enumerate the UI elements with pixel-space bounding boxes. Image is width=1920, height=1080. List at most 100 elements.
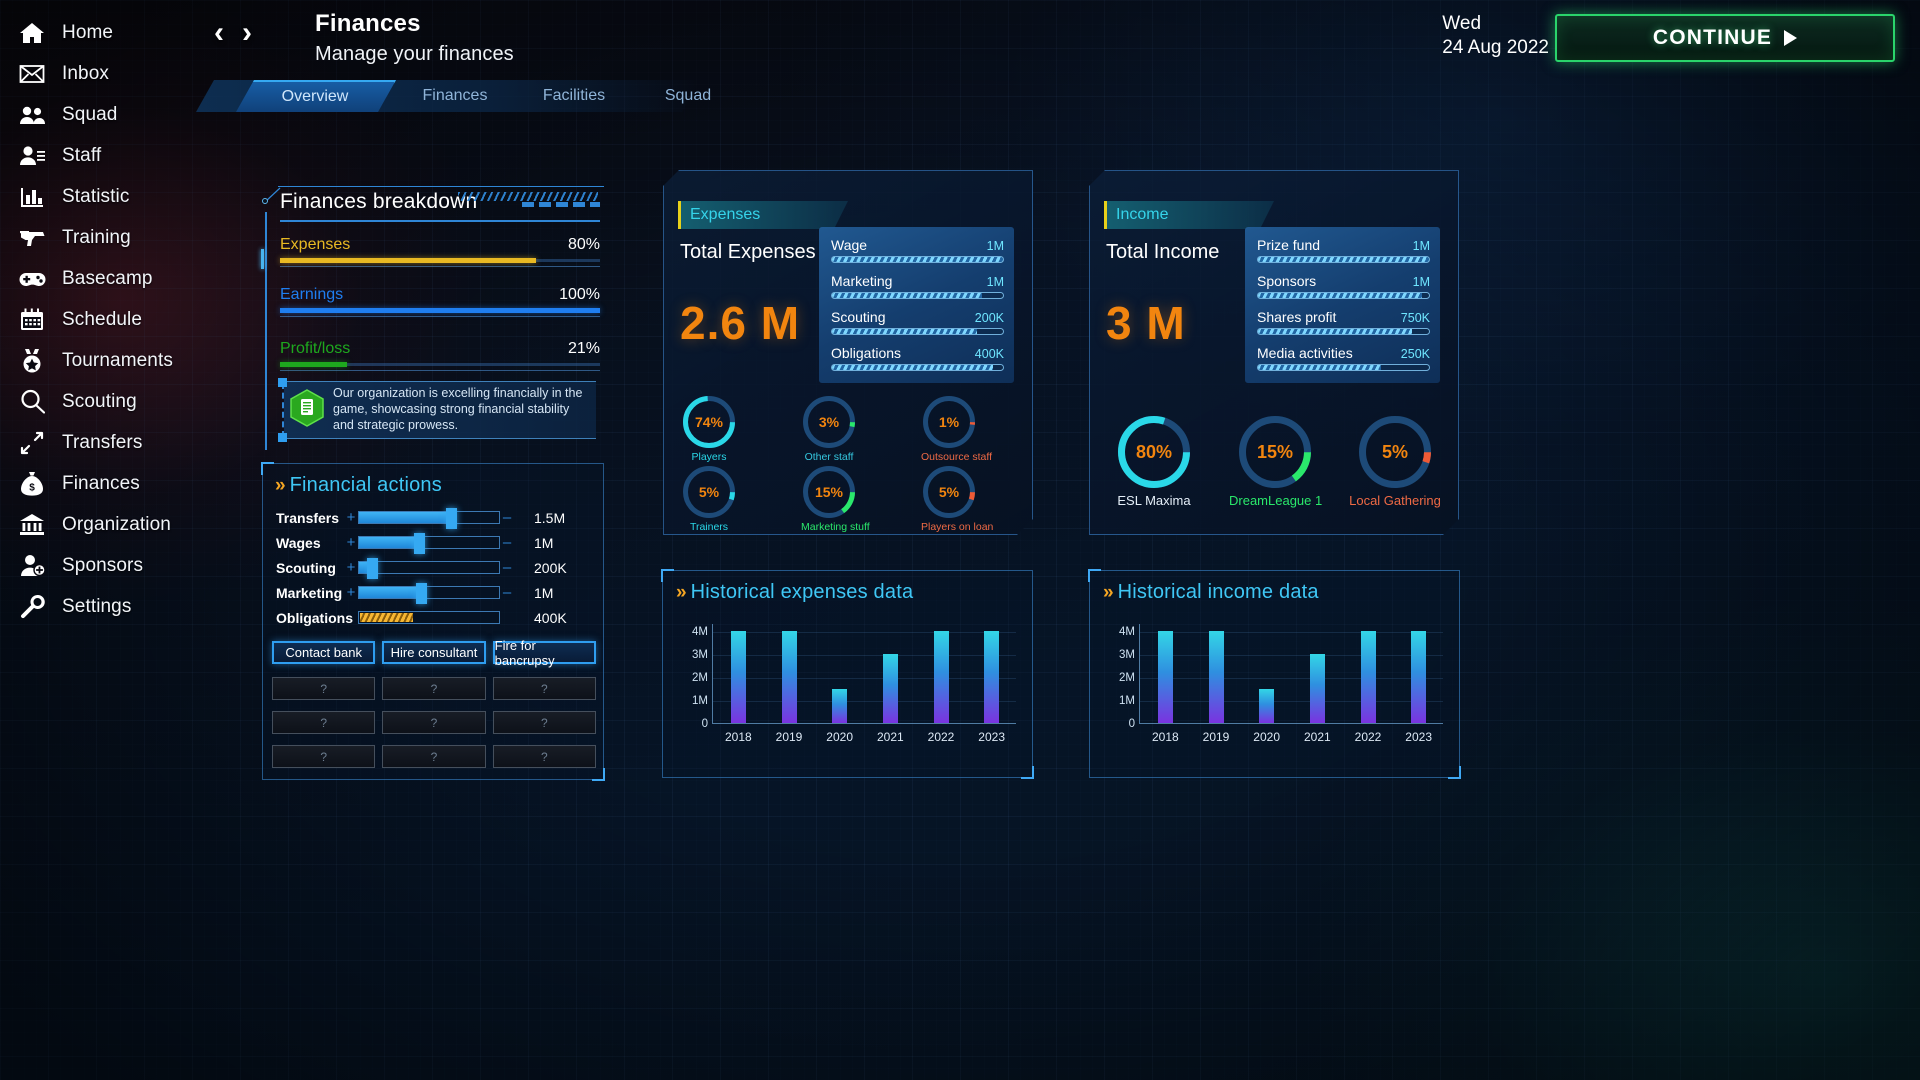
locked-action-button[interactable]: ? <box>272 745 375 768</box>
income-total-label: Total Income <box>1106 241 1219 264</box>
financial-action-name: Transfers <box>276 510 344 526</box>
breakdown-item: Wage1M <box>831 237 1004 263</box>
bar <box>1310 654 1325 723</box>
sidebar-item-label: Staff <box>62 145 101 167</box>
item-value: 200K <box>975 311 1004 325</box>
tab-finances[interactable]: Finances <box>395 80 515 112</box>
gauge-percent: 15% <box>1239 416 1311 488</box>
calendar-icon <box>18 307 46 333</box>
plot-area: 201820192020202120222023 <box>712 624 1016 724</box>
breakdown-item: Marketing1M <box>831 273 1004 299</box>
bar <box>731 631 746 723</box>
bank-icon <box>18 512 46 538</box>
sidebar-item-statistic[interactable]: Statistic <box>0 176 205 217</box>
locked-action-button[interactable]: ? <box>382 745 485 768</box>
expense-gauge: 3%Other staff <box>801 396 857 463</box>
historical-income-chart: 01M2M3M4M201820192020202120222023 <box>1105 624 1443 752</box>
income-gauge: 80%ESL Maxima <box>1108 416 1200 508</box>
gauge-label: DreamLeague 1 <box>1229 493 1321 508</box>
locked-action-button[interactable]: ? <box>272 711 375 734</box>
slider-marketing[interactable] <box>358 586 500 599</box>
slider-scouting[interactable] <box>358 561 500 574</box>
x-tick-label: 2020 <box>826 730 853 744</box>
sidebar-item-staff[interactable]: Staff <box>0 135 205 176</box>
item-value: 1M <box>1413 275 1430 289</box>
donut-ring: 1% <box>923 396 975 448</box>
historical-expenses-title-label: Historical expenses data <box>691 581 914 604</box>
document-hex-icon <box>290 389 324 432</box>
locked-action-button[interactable]: ? <box>382 677 485 700</box>
sidebar-item-settings[interactable]: Settings <box>0 586 205 627</box>
locked-action-button[interactable]: ? <box>382 711 485 734</box>
locked-action-button[interactable]: ? <box>493 745 596 768</box>
decrease-button[interactable]: – <box>500 559 514 576</box>
item-name: Marketing <box>831 273 892 289</box>
home-icon <box>18 20 46 46</box>
people-icon <box>18 102 46 128</box>
decrease-button[interactable]: – <box>500 584 514 601</box>
sidebar-item-inbox[interactable]: Inbox <box>0 53 205 94</box>
continue-button[interactable]: CONTINUE <box>1555 14 1895 62</box>
item-bar-fill <box>832 257 1003 262</box>
next-page-button[interactable]: › <box>242 18 252 48</box>
financial-actions-sliders: Transfers+–1.5MWages+–1MScouting+–200KMa… <box>276 505 592 630</box>
sidebar-item-sponsors[interactable]: Sponsors <box>0 545 205 586</box>
slider-knob[interactable] <box>416 583 427 604</box>
expenses-banner-label: Expenses <box>690 206 760 224</box>
slider-knob[interactable] <box>446 508 457 529</box>
slider-fill <box>359 537 419 548</box>
prev-page-button[interactable]: ‹ <box>214 18 224 48</box>
sidebar-item-tournaments[interactable]: Tournaments <box>0 340 205 381</box>
item-bar-fill <box>1258 293 1422 298</box>
decrease-button[interactable]: – <box>500 534 514 551</box>
x-tick-label: 2023 <box>1405 730 1432 744</box>
sidebar-item-finances[interactable]: $Finances <box>0 463 205 504</box>
increase-button[interactable]: + <box>344 509 358 526</box>
fire-for-bancrupsy-button[interactable]: Fire for bancrupsy <box>493 641 596 664</box>
locked-actions-row: ??? <box>272 677 596 700</box>
slider-wages[interactable] <box>358 536 500 549</box>
sidebar-item-transfers[interactable]: Transfers <box>0 422 205 463</box>
income-card: Income Total Income 3 M Prize fund1MSpon… <box>1089 170 1459 535</box>
tab-overview[interactable]: Overview <box>236 80 396 112</box>
financial-action-value: 1M <box>514 585 588 601</box>
item-name: Prize fund <box>1257 237 1320 253</box>
hire-consultant-button[interactable]: Hire consultant <box>382 641 485 664</box>
expenses-card: Expenses Total Expenses 2.6 M Wage1MMark… <box>663 170 1033 535</box>
increase-button[interactable]: + <box>344 534 358 551</box>
expenses-gauges: 74%Players3%Other staff1%Outsource staff… <box>664 396 1032 526</box>
historical-expenses-panel: » Historical expenses data 01M2M3M4M2018… <box>662 570 1033 778</box>
sidebar-item-home[interactable]: Home <box>0 12 205 53</box>
sidebar-item-scouting[interactable]: Scouting <box>0 381 205 422</box>
tab-label: Overview <box>282 88 349 106</box>
sidebar-item-training[interactable]: Training <box>0 217 205 258</box>
breakdown-bar-track <box>280 363 600 366</box>
sidebar-item-schedule[interactable]: Schedule <box>0 299 205 340</box>
slider-transfers[interactable] <box>358 511 500 524</box>
sidebar-nav: HomeInboxSquad Staff StatisticTrainingBase… <box>0 0 205 1080</box>
tab-facilities[interactable]: Facilities <box>514 80 634 112</box>
locked-action-button[interactable]: ? <box>272 677 375 700</box>
locked-action-button[interactable]: ? <box>493 677 596 700</box>
increase-button[interactable]: + <box>344 584 358 601</box>
breakdown-bar-fill <box>280 308 600 313</box>
contact-bank-button[interactable]: Contact bank <box>272 641 375 664</box>
item-bar-track <box>831 256 1004 263</box>
breakdown-bar-base <box>280 370 600 371</box>
tab-squad[interactable]: Squad <box>633 80 743 112</box>
breakdown-bar-track <box>280 259 600 262</box>
sidebar-item-basecamp[interactable]: Basecamp <box>0 258 205 299</box>
decrease-button[interactable]: – <box>500 509 514 526</box>
sidebar-item-organization[interactable]: Organization <box>0 504 205 545</box>
income-gauge: 5%Local Gathering <box>1349 416 1441 508</box>
tab-label: Squad <box>665 87 711 105</box>
item-bar-fill <box>832 293 982 298</box>
slider-knob[interactable] <box>367 558 378 579</box>
item-bar-track <box>1257 292 1430 299</box>
sidebar-item-squad[interactable]: Squad <box>0 94 205 135</box>
locked-action-button[interactable]: ? <box>493 711 596 734</box>
increase-button[interactable]: + <box>344 559 358 576</box>
gauge-label: Players on loan <box>921 521 977 533</box>
slider-knob[interactable] <box>414 533 425 554</box>
income-banner: Income <box>1104 201 1274 229</box>
